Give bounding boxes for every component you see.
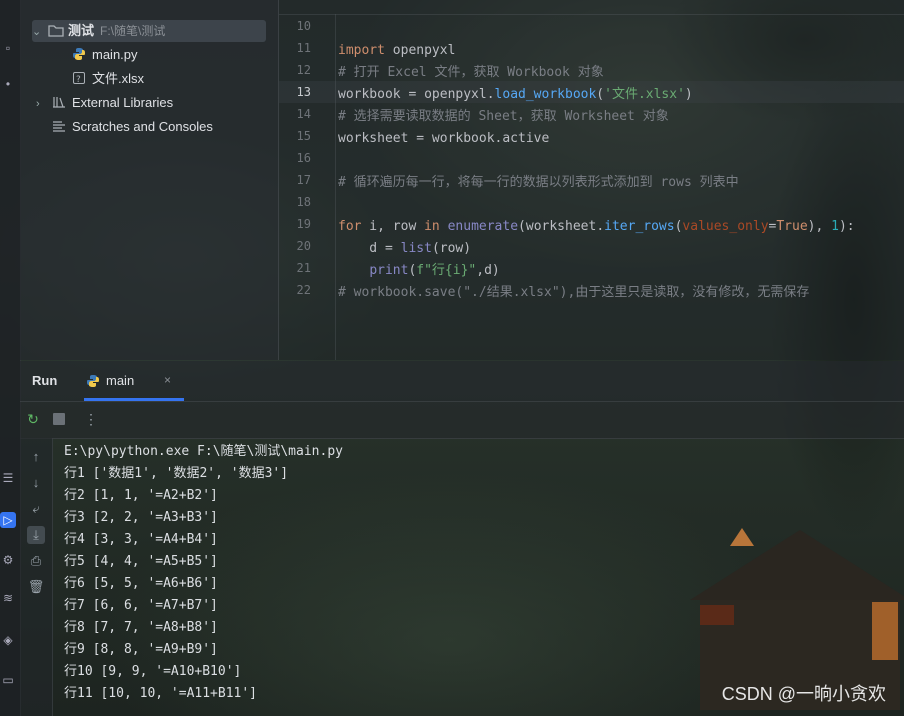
unknown-file-icon: ? [72, 70, 88, 85]
run-toolbar: ↻ ⋮ [20, 401, 904, 439]
line-number: 10 [296, 19, 311, 33]
code-line[interactable]: workbook = openpyxl.load_workbook('文件.xl… [338, 84, 693, 106]
line-number: 21 [296, 261, 311, 275]
console-line: 行4 [3, 3, '=A4+B4'] [64, 532, 218, 547]
code-line[interactable]: # 打开 Excel 文件，获取 Workbook 对象 [338, 62, 604, 84]
scratches-label: Scratches and Consoles [72, 119, 213, 134]
stop-icon[interactable] [50, 410, 68, 428]
code-line[interactable]: d = list(row) [338, 238, 471, 260]
line-number: 20 [296, 239, 311, 253]
console-line: 行8 [7, 7, '=A8+B8'] [64, 620, 218, 635]
code-line[interactable]: # 选择需要读取数据的 Sheet，获取 Worksheet 对象 [338, 106, 669, 128]
external-libraries-row[interactable]: › External Libraries [36, 92, 173, 114]
console-side-toolbar: ↑ ↓ ⤶ ⤓ ⎙ 🗑 [20, 438, 53, 716]
run-tab-label: main [106, 373, 135, 388]
soft-wrap-icon[interactable]: ⤶ [27, 500, 45, 518]
more-tools-icon[interactable]: • [0, 76, 16, 92]
folder-path: F:\随笔\测试 [100, 24, 166, 38]
console-line: 行6 [5, 5, '=A6+B6'] [64, 576, 218, 591]
console-line: 行5 [4, 4, '=A5+B5'] [64, 554, 218, 569]
library-icon [52, 94, 68, 108]
layers-icon[interactable]: ≋ [0, 590, 16, 606]
console-line: E:\py\python.exe F:\随笔\测试\main.py [64, 444, 343, 459]
code-editor[interactable]: 10 11 12 13 14 15 16 17 18 19 20 21 22 i… [279, 0, 904, 360]
code-line[interactable]: # workbook.save("./结果.xlsx"),由于这里只是读取，没有… [338, 282, 809, 304]
run-tool-window-header: Run main × [20, 361, 904, 401]
python-packages-icon[interactable]: ⚙ [0, 552, 16, 568]
file-name: main.py [92, 47, 138, 62]
line-number: 17 [296, 173, 311, 187]
project-panel: ⌄ 测试 F:\随笔\测试 main.py ? 文件.xlsx › External L… [20, 0, 279, 360]
console-line: 行9 [8, 8, '=A9+B9'] [64, 642, 218, 657]
print-icon[interactable]: ⎙ [27, 552, 45, 570]
project-folder-row[interactable]: ⌄ 测试 F:\随笔\测试 [32, 20, 266, 42]
structure-icon[interactable]: ▫ [0, 40, 16, 56]
scratches-row[interactable]: Scratches and Consoles [52, 116, 213, 138]
rerun-icon[interactable]: ↻ [24, 410, 42, 428]
file-item-main-py[interactable]: main.py [72, 44, 138, 66]
external-libraries-label: External Libraries [72, 95, 174, 110]
code-line[interactable]: # 循环遍历每一行，将每一行的数据以列表形式添加到 rows 列表中 [338, 172, 739, 194]
terminal-icon[interactable]: ▭ [0, 672, 16, 688]
code-line[interactable]: for i, row in enumerate(worksheet.iter_r… [338, 216, 855, 238]
line-number: 13 [296, 85, 311, 99]
console-line: 行2 [1, 1, '=A2+B2'] [64, 488, 218, 503]
code-line[interactable]: import openpyxl [338, 40, 455, 62]
chevron-right-icon[interactable]: › [36, 93, 48, 115]
run-title[interactable]: Run [32, 373, 57, 388]
console-line: 行7 [6, 6, '=A7+B7'] [64, 598, 218, 613]
editor-tab-strip [279, 0, 904, 15]
console-line: 行10 [9, 9, '=A10+B10'] [64, 664, 242, 679]
svg-text:?: ? [76, 75, 81, 85]
run-tab-main[interactable]: main × [84, 361, 184, 401]
scratches-icon [52, 118, 68, 132]
todo-icon[interactable]: ☰ [0, 470, 16, 486]
watermark: CSDN @一晌小贪欢 [721, 684, 886, 704]
run-tool-icon[interactable]: ▷ [0, 512, 16, 528]
line-number-gutter: 10 11 12 13 14 15 16 17 18 19 20 21 22 [279, 14, 336, 360]
left-tool-strip: ▫ • ☰ ▷ ⚙ ≋ ◈ ▭ [0, 0, 21, 716]
folder-name: 测试 [68, 23, 95, 38]
file-name: 文件.xlsx [92, 71, 145, 86]
file-item-xlsx[interactable]: ? 文件.xlsx [72, 68, 144, 90]
chevron-down-icon[interactable]: ⌄ [32, 21, 44, 43]
line-number: 14 [296, 107, 311, 121]
folder-icon [48, 22, 64, 37]
line-number: 15 [296, 129, 311, 143]
code-line[interactable]: print(f"行{i}",d) [338, 260, 499, 282]
console-line: 行11 [10, 10, '=A11+B11'] [64, 686, 258, 701]
line-number: 11 [296, 41, 311, 55]
line-number: 22 [296, 283, 311, 297]
trash-icon[interactable]: 🗑 [27, 578, 45, 596]
close-icon[interactable]: × [164, 373, 171, 387]
arrow-up-icon[interactable]: ↑ [27, 448, 45, 466]
arrow-down-icon[interactable]: ↓ [27, 474, 45, 492]
python-file-icon [72, 46, 88, 60]
more-options-icon[interactable]: ⋮ [82, 410, 100, 428]
code-line[interactable]: worksheet = workbook.active [338, 128, 549, 150]
console-line: 行3 [2, 2, '=A3+B3'] [64, 510, 218, 525]
scroll-to-end-icon[interactable]: ⤓ [27, 526, 45, 544]
services-icon[interactable]: ◈ [0, 632, 16, 648]
line-number: 12 [296, 63, 311, 77]
console-line: 行1 ['数据1', '数据2', '数据3'] [64, 466, 289, 481]
line-number: 19 [296, 217, 311, 231]
line-number: 16 [296, 151, 311, 165]
console-output[interactable]: E:\py\python.exe F:\随笔\测试\main.py 行1 ['数… [52, 438, 904, 716]
python-file-icon [86, 374, 100, 393]
line-number: 18 [296, 195, 311, 209]
